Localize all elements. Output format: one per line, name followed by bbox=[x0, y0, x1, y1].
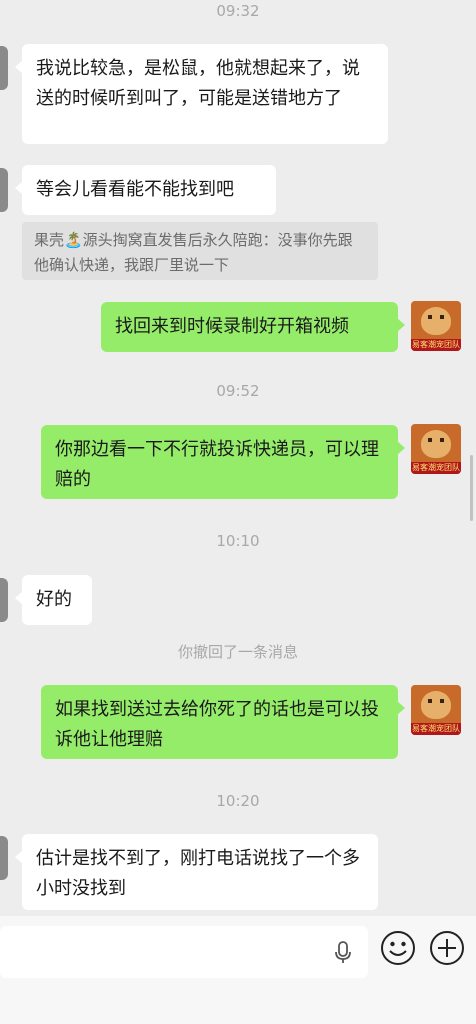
recall-notice: 你撤回了一条消息 bbox=[177, 643, 298, 661]
avatar-band: 易客潮宠团队 bbox=[411, 462, 461, 474]
contact-avatar[interactable] bbox=[0, 578, 8, 622]
contact-avatar[interactable] bbox=[0, 46, 8, 90]
squirrel-eyes bbox=[428, 315, 444, 319]
message-text: 等会儿看看能不能找到吧 bbox=[36, 179, 234, 200]
avatar-band: 易客潮宠团队 bbox=[411, 723, 461, 735]
message-text: 估计是找不到了，刚打电话说找了一个多小时没找到 bbox=[36, 848, 360, 899]
squirrel-face bbox=[421, 307, 451, 335]
squirrel-eyes bbox=[428, 438, 444, 442]
quote-text: 果壳🏝️源头掏窝直发售后永久陪跑：没事你先跟他确认快递，我跟厂里说一下 bbox=[34, 231, 353, 274]
quoted-message[interactable]: 果壳🏝️源头掏窝直发售后永久陪跑：没事你先跟他确认快递，我跟厂里说一下 bbox=[22, 222, 378, 280]
message-bubble-outgoing[interactable]: 如果找到送过去给你死了的话也是可以投诉他让他理赔 bbox=[41, 685, 405, 759]
squirrel-face bbox=[421, 691, 451, 719]
microphone-icon[interactable] bbox=[333, 941, 353, 965]
self-avatar[interactable]: 易客潮宠团队 bbox=[411, 424, 461, 474]
timestamp: 09:52 bbox=[216, 382, 260, 400]
emoji-icon[interactable] bbox=[380, 930, 416, 966]
message-text: 你那边看一下不行就投诉快递员，可以理赔的 bbox=[55, 439, 379, 490]
self-avatar[interactable]: 易客潮宠团队 bbox=[411, 685, 461, 735]
message-bubble-outgoing[interactable]: 找回来到时候录制好开箱视频 bbox=[101, 302, 405, 352]
avatar-band: 易客潮宠团队 bbox=[411, 339, 461, 351]
plus-circle-icon[interactable] bbox=[429, 930, 465, 966]
message-text: 好的 bbox=[36, 589, 72, 610]
self-avatar[interactable]: 易客潮宠团队 bbox=[411, 301, 461, 351]
contact-avatar[interactable] bbox=[0, 168, 8, 212]
message-input[interactable] bbox=[0, 926, 368, 978]
squirrel-eyes bbox=[428, 699, 444, 703]
message-bubble-incoming[interactable]: 估计是找不到了，刚打电话说找了一个多小时没找到 bbox=[15, 834, 378, 910]
message-bubble-incoming[interactable]: 我说比较急，是松鼠，他就想起来了，说送的时候听到叫了，可能是送错地方了 bbox=[15, 44, 388, 144]
squirrel-face bbox=[421, 430, 451, 458]
timestamp: 10:10 bbox=[216, 532, 260, 550]
contact-avatar[interactable] bbox=[0, 836, 8, 880]
timestamp: 09:32 bbox=[216, 2, 260, 20]
timestamp: 10:20 bbox=[216, 792, 260, 810]
message-text: 找回来到时候录制好开箱视频 bbox=[115, 316, 349, 337]
message-text: 我说比较急，是松鼠，他就想起来了，说送的时候听到叫了，可能是送错地方了 bbox=[36, 58, 360, 109]
message-text: 如果找到送过去给你死了的话也是可以投诉他让他理赔 bbox=[55, 699, 379, 750]
input-bar bbox=[0, 916, 476, 1024]
message-bubble-incoming[interactable]: 等会儿看看能不能找到吧 bbox=[15, 165, 276, 215]
message-bubble-outgoing[interactable]: 你那边看一下不行就投诉快递员，可以理赔的 bbox=[41, 425, 405, 499]
scrollbar[interactable] bbox=[470, 455, 473, 521]
message-bubble-incoming[interactable]: 好的 bbox=[15, 575, 92, 625]
